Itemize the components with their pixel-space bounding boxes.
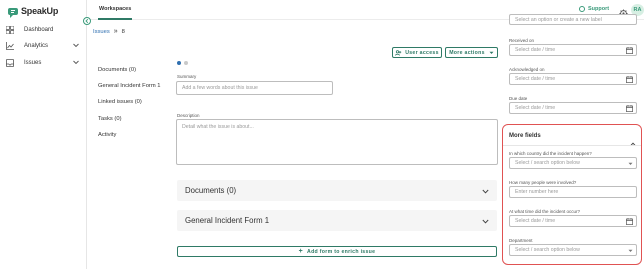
side-link-documents[interactable]: Documents (0) — [98, 67, 136, 73]
double-chevron-right-icon: » — [113, 28, 118, 35]
plus-icon: + — [298, 248, 304, 255]
grid-icon — [5, 25, 15, 35]
sidebar-item-label: Analytics — [24, 43, 49, 49]
country-label: In which country did the incident happen… — [509, 151, 592, 156]
support-link[interactable]: Support — [579, 6, 609, 12]
general-incident-form-title: General Incident Form 1 — [185, 216, 270, 225]
due-date-placeholder: Select date / time — [515, 105, 556, 111]
acknowledged-on-input[interactable]: Select date / time — [509, 73, 637, 85]
received-on-label: Received on — [509, 38, 535, 43]
support-label: Support — [588, 6, 610, 12]
people-involved-placeholder: Enter number here — [515, 189, 559, 195]
breadcrumb-issues-link[interactable]: Issues — [93, 29, 110, 35]
more-fields-title[interactable]: More fields — [509, 133, 541, 139]
department-label: Department — [509, 238, 533, 243]
sidebar-item-dashboard[interactable]: Dashboard — [5, 23, 83, 37]
caret-down-icon — [628, 249, 633, 255]
add-form-button[interactable]: + Add form to enrich issue — [177, 246, 497, 257]
chevron-down-icon — [73, 60, 79, 67]
user-access-label: User access — [405, 49, 439, 56]
more-actions-button[interactable]: More actions — [445, 47, 498, 58]
app-logo[interactable]: SpeakUp — [8, 5, 59, 18]
people-involved-input[interactable]: Enter number here — [509, 186, 637, 198]
received-on-input[interactable]: Select date / time — [509, 44, 637, 56]
caret-down-icon — [489, 51, 494, 54]
department-select[interactable]: Select / search option below — [509, 244, 637, 256]
app-name: SpeakUp — [21, 5, 59, 16]
due-date-label: Due date — [509, 96, 528, 101]
gear-icon[interactable] — [619, 5, 628, 18]
incident-time-input[interactable]: Select date / time — [509, 215, 637, 227]
side-link-general-incident-form[interactable]: General Incident Form 1 — [98, 83, 161, 89]
tab-workspaces[interactable]: Workspaces — [98, 0, 133, 20]
incident-time-placeholder: Select date / time — [515, 218, 556, 224]
acknowledged-on-label: Acknowledged on — [509, 67, 545, 72]
calendar-icon[interactable] — [626, 47, 633, 56]
labels-select-placeholder: Select an option or create a new label — [515, 16, 602, 23]
side-link-activity[interactable]: Activity — [98, 132, 116, 138]
users-icon — [395, 49, 402, 56]
chart-icon — [5, 41, 15, 51]
caret-down-icon — [628, 162, 633, 168]
description-textarea[interactable]: Detail what the issue is about... — [176, 119, 498, 165]
issues-icon — [5, 58, 15, 68]
calendar-icon[interactable] — [626, 105, 633, 114]
chevron-down-icon — [73, 43, 79, 50]
calendar-icon[interactable] — [626, 76, 633, 85]
chevron-up-icon[interactable] — [630, 134, 636, 152]
summary-input[interactable]: Add a few words about this issue — [176, 81, 333, 95]
status-dot-active — [177, 61, 181, 65]
user-access-button[interactable]: User access — [392, 47, 442, 58]
summary-label: Summary — [177, 74, 197, 79]
people-involved-label: How many people were involved? — [509, 180, 577, 185]
breadcrumb-current: 8 — [121, 28, 125, 35]
description-label: Description — [177, 113, 200, 118]
status-dot-inactive — [184, 61, 188, 65]
sidebar-item-label: Issues — [24, 60, 42, 66]
general-incident-form-section[interactable]: General Incident Form 1 — [177, 210, 497, 231]
add-form-label: Add form to enrich issue — [307, 248, 376, 255]
country-select[interactable]: Select / search option below — [509, 157, 637, 169]
department-placeholder: Select / search option below — [515, 247, 580, 253]
chevron-down-icon — [482, 217, 489, 226]
acknowledged-on-placeholder: Select date / time — [515, 76, 556, 82]
support-icon — [579, 6, 585, 12]
documents-section[interactable]: Documents (0) — [177, 180, 497, 201]
incident-time-label: At what time did the incident occur? — [509, 209, 581, 214]
due-date-input[interactable]: Select date / time — [509, 102, 637, 114]
calendar-icon[interactable] — [626, 218, 633, 227]
received-on-placeholder: Select date / time — [515, 47, 556, 53]
more-actions-label: More actions — [449, 49, 485, 56]
documents-section-title: Documents (0) — [185, 186, 237, 195]
side-link-linked-issues[interactable]: Linked issues (0) — [98, 99, 142, 105]
speakup-logo-icon — [8, 5, 18, 18]
chevron-down-icon — [482, 187, 489, 196]
country-placeholder: Select / search option below — [515, 160, 580, 166]
breadcrumb: Issues » 8 — [93, 28, 125, 35]
labels-select[interactable]: Select an option or create a new label — [509, 14, 637, 25]
sidebar-item-issues[interactable]: Issues — [5, 56, 83, 70]
sidebar-collapse-button[interactable] — [83, 17, 91, 25]
sidebar-item-label: Dashboard — [24, 27, 54, 33]
side-link-tasks[interactable]: Tasks (0) — [98, 116, 122, 122]
chevron-left-icon — [85, 18, 89, 24]
sidebar-item-analytics[interactable]: Analytics — [5, 39, 83, 53]
sidebar: SpeakUp Dashboard Analytics Issues — [0, 0, 87, 269]
more-fields-divider — [503, 145, 641, 146]
